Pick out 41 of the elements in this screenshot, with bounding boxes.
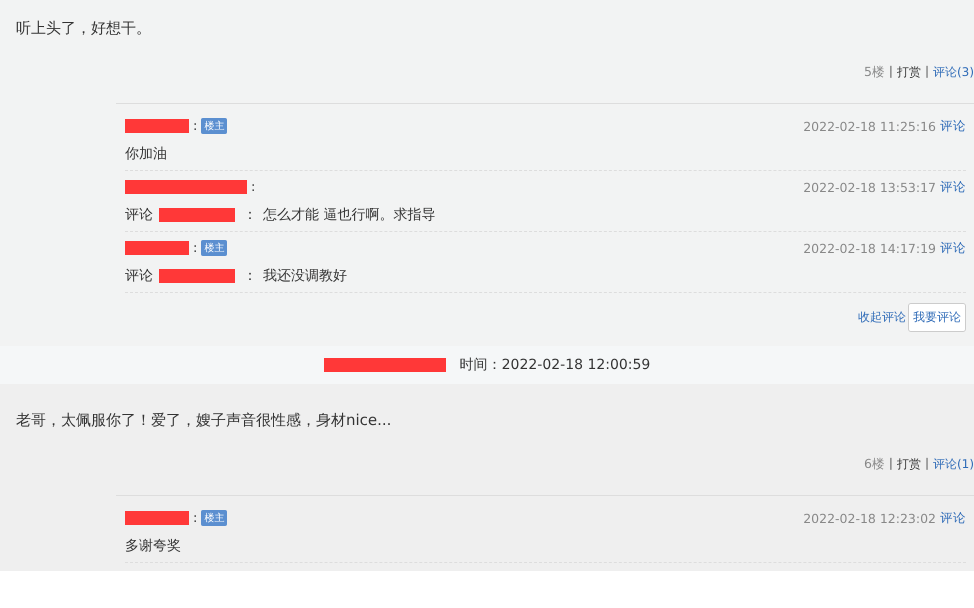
comment-time: 2022-02-18 11:25:16	[803, 118, 936, 134]
comment-text: 怎么才能 逼也行啊。求指导	[263, 206, 436, 224]
comment-text: 多谢夸奖	[125, 537, 181, 555]
reply-label: 评论	[125, 267, 153, 285]
separator: |	[924, 64, 929, 80]
redaction-bar	[125, 511, 189, 525]
reward-link[interactable]: 打赏	[896, 64, 921, 81]
collapse-comments-link[interactable]: 收起评论	[858, 309, 906, 326]
post-time: 时间：2022-02-18 12:00:59	[460, 356, 650, 374]
write-comment-button[interactable]: 我要评论	[908, 303, 966, 332]
colon: ：	[243, 206, 257, 224]
reply-label: 评论	[125, 206, 153, 224]
reply-link[interactable]: 评论	[940, 178, 966, 196]
separator: |	[888, 64, 893, 80]
comment-time: 2022-02-18 12:23:02	[803, 510, 936, 526]
colon: :	[193, 118, 198, 134]
redaction-bar	[125, 119, 189, 133]
redaction-bar	[125, 241, 189, 255]
comment-text: 我还没调教好	[263, 267, 347, 285]
reply-link[interactable]: 评论	[940, 118, 966, 134]
owner-badge: 楼主	[201, 240, 228, 256]
floor-number: 5楼	[864, 64, 885, 81]
comment-time: 2022-02-18 13:53:17	[803, 180, 936, 194]
colon: :	[193, 240, 198, 256]
reply-link[interactable]: 评论	[940, 510, 966, 526]
owner-badge: 楼主	[201, 118, 228, 134]
reply-link[interactable]: 评论	[940, 240, 966, 256]
comments-link[interactable]: 评论(3)	[933, 64, 974, 81]
floor-number: 6楼	[864, 456, 885, 473]
colon: ：	[243, 267, 257, 285]
post-text: 老哥，太佩服你了！爱了，嫂子声音很性感，身材nice...	[16, 410, 392, 430]
separator: |	[924, 456, 929, 472]
separator: |	[888, 456, 893, 472]
colon: :	[193, 510, 198, 526]
post-text: 听上头了，好想干。	[16, 18, 152, 38]
comment-time: 2022-02-18 14:17:19	[803, 240, 936, 256]
colon: :	[251, 180, 256, 194]
reward-link[interactable]: 打赏	[896, 456, 921, 473]
comments-link[interactable]: 评论(1)	[933, 456, 974, 473]
comment-text: 你加油	[125, 145, 167, 163]
owner-badge: 楼主	[201, 510, 228, 526]
